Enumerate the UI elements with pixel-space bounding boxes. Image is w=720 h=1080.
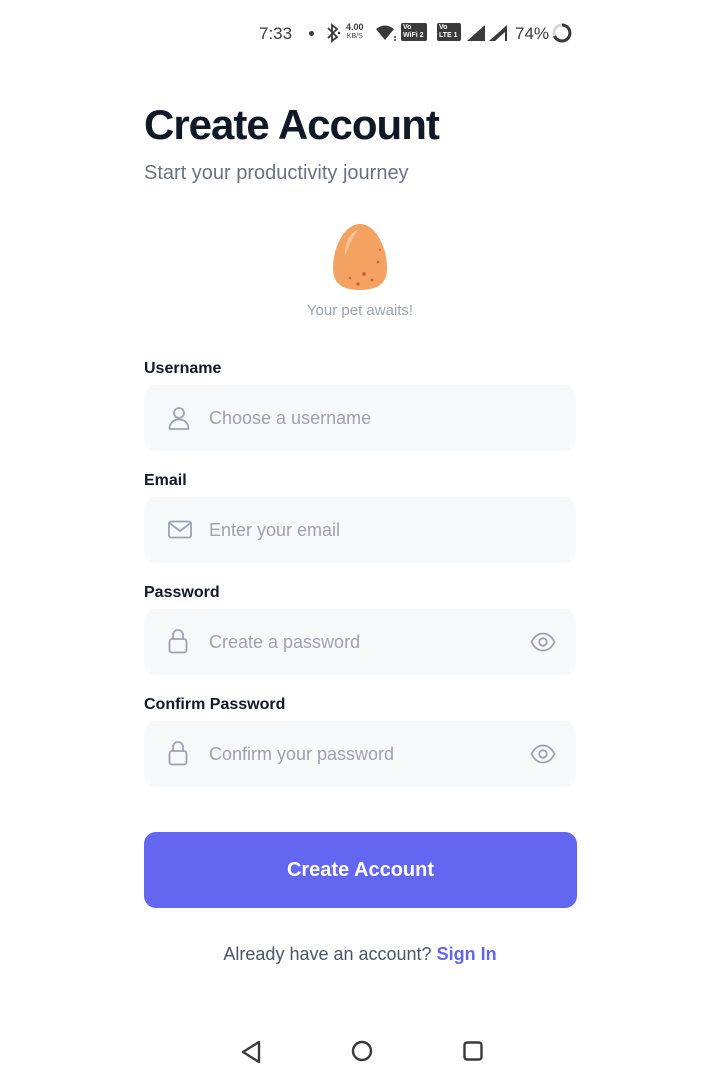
volte-wifi-top: Vo bbox=[403, 24, 412, 31]
wifi-icon bbox=[376, 25, 396, 41]
user-icon bbox=[168, 407, 190, 430]
recents-icon[interactable] bbox=[463, 1041, 483, 1061]
signal-icon-2 bbox=[489, 25, 507, 41]
mail-icon bbox=[168, 520, 192, 539]
battery-percent: 74% bbox=[515, 24, 550, 43]
net-speed-value: 4.00 bbox=[346, 22, 364, 32]
net-speed-unit: KB/S bbox=[346, 33, 363, 40]
volte-lte-top: Vo bbox=[439, 24, 448, 31]
create-account-button[interactable]: Create Account bbox=[144, 832, 577, 908]
page-title: Create Account bbox=[144, 101, 440, 148]
back-icon[interactable] bbox=[240, 1040, 262, 1064]
volte-wifi-badge: Vo WiFi 2 bbox=[401, 23, 427, 41]
status-time: 7:33 bbox=[259, 24, 293, 43]
status-bar: 7:33 4.00 KB/S Vo WiFi 2 Vo LTE 1 74% bbox=[0, 18, 720, 48]
confirm-password-label: Confirm Password bbox=[144, 696, 286, 713]
signin-prompt: Already have an account? bbox=[223, 944, 432, 964]
notification-dot bbox=[309, 31, 314, 36]
home-icon[interactable] bbox=[351, 1040, 373, 1062]
username-label: Username bbox=[144, 360, 222, 377]
volte-lte-badge: Vo LTE 1 bbox=[437, 23, 461, 41]
password-label: Password bbox=[144, 584, 220, 601]
volte-lte-bottom: LTE 1 bbox=[439, 32, 458, 39]
battery-icon bbox=[552, 23, 572, 43]
lock-icon bbox=[168, 741, 188, 766]
signin-row: Already have an account? Sign In bbox=[0, 944, 720, 965]
password-field[interactable] bbox=[144, 609, 576, 675]
pet-egg-image bbox=[333, 224, 387, 290]
eye-icon[interactable] bbox=[530, 631, 556, 653]
signal-icon bbox=[467, 25, 485, 41]
volte-wifi-bottom: WiFi 2 bbox=[403, 32, 424, 39]
net-speed: 4.00 KB/S bbox=[346, 23, 364, 41]
confirm-password-input[interactable] bbox=[209, 721, 509, 787]
confirm-password-field[interactable] bbox=[144, 721, 576, 787]
pet-caption: Your pet awaits! bbox=[306, 302, 414, 319]
username-input[interactable] bbox=[209, 385, 509, 451]
password-input[interactable] bbox=[209, 609, 509, 675]
email-field[interactable] bbox=[144, 497, 576, 563]
email-label: Email bbox=[144, 472, 187, 489]
signin-link[interactable]: Sign In bbox=[437, 944, 497, 964]
email-input[interactable] bbox=[209, 497, 509, 563]
bluetooth-icon bbox=[327, 23, 341, 43]
username-field[interactable] bbox=[144, 385, 576, 451]
page-subtitle: Start your productivity journey bbox=[144, 162, 409, 184]
eye-icon[interactable] bbox=[530, 743, 556, 765]
lock-icon bbox=[168, 629, 188, 654]
